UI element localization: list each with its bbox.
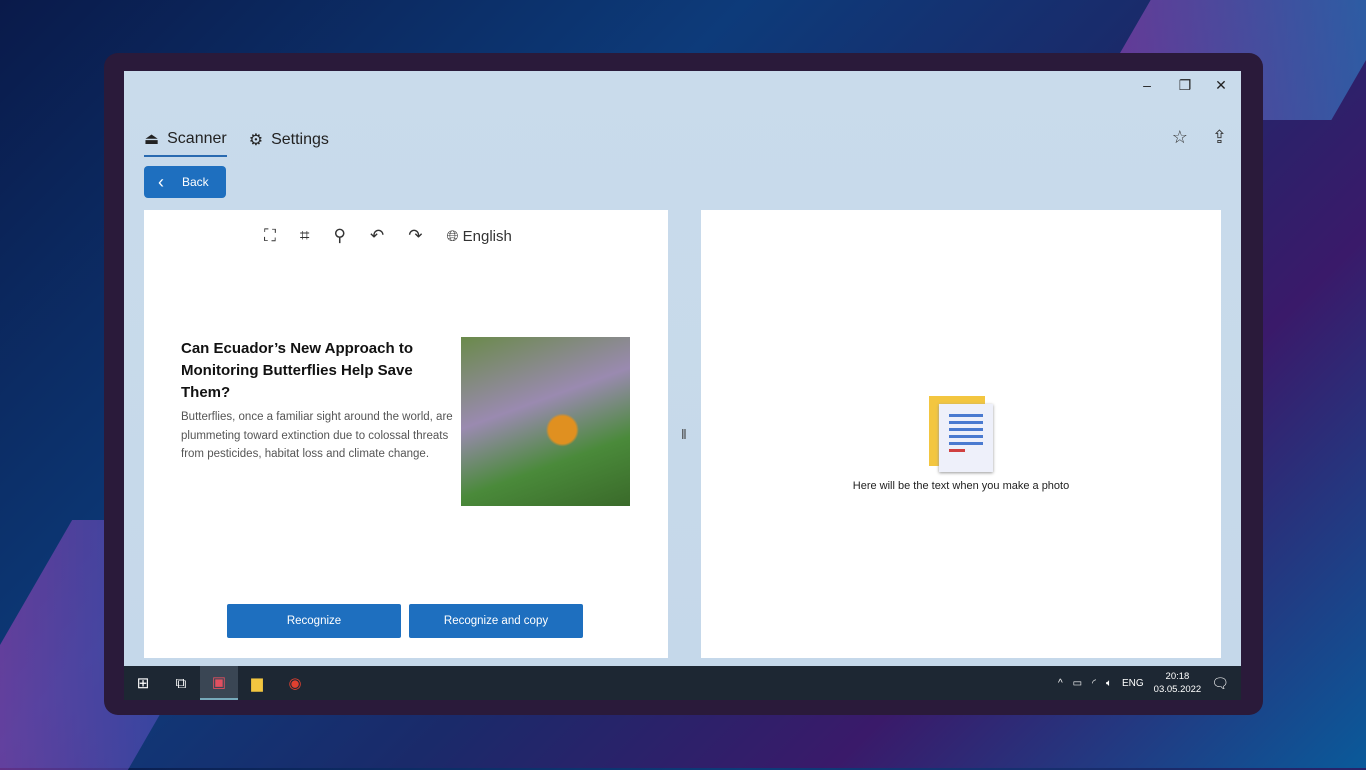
chevron-up-icon[interactable]: ^ bbox=[1058, 678, 1063, 689]
select-area-icon[interactable]: ⛶ bbox=[264, 226, 276, 246]
volume-icon[interactable]: 🔈︎ bbox=[1106, 678, 1112, 689]
crop-icon[interactable]: ⌗ bbox=[300, 226, 310, 246]
maximize-button[interactable]: ❐ bbox=[1167, 77, 1203, 94]
tab-label: Scanner bbox=[167, 130, 227, 147]
back-button[interactable]: ‹ Back bbox=[144, 166, 226, 198]
gear-icon: ⚙ bbox=[248, 132, 264, 149]
recognize-button[interactable]: Recognize bbox=[227, 604, 401, 638]
empty-result-text: Here will be the text when you make a ph… bbox=[852, 480, 1070, 492]
app-window: – ❐ ✕ ⏏ Scanner ⚙ Settings ☆ ⇪ ‹ Back ⛶ ⌗ ⚲ … bbox=[124, 71, 1241, 666]
butterfly-photo bbox=[461, 337, 630, 506]
splitter-handle[interactable]: ‖ bbox=[681, 426, 687, 442]
image-pane: ⛶ ⌗ ⚲ ↶ ↷ 🌐︎ English Can Ecuador’s New A… bbox=[144, 210, 668, 658]
notifications-icon[interactable]: 🗨︎ bbox=[1211, 675, 1229, 692]
document-icon bbox=[929, 396, 993, 472]
clock[interactable]: 20:18 03.05.2022 bbox=[1154, 670, 1202, 696]
start-button[interactable]: ⊞ bbox=[124, 666, 162, 700]
close-button[interactable]: ✕ bbox=[1203, 77, 1239, 94]
article-body: Butterflies, once a familiar sight aroun… bbox=[181, 411, 453, 460]
tab-label: Settings bbox=[271, 131, 329, 148]
share-icon[interactable]: ⇪ bbox=[1212, 127, 1227, 148]
result-pane: Here will be the text when you make a ph… bbox=[701, 210, 1221, 658]
search-icon[interactable]: ⚲ bbox=[333, 226, 345, 246]
language-selector[interactable]: 🌐︎ English bbox=[446, 228, 511, 245]
tab-settings[interactable]: ⚙ Settings bbox=[249, 129, 329, 157]
favorite-star-icon[interactable]: ☆ bbox=[1172, 127, 1188, 148]
scanner-app-taskbar-icon[interactable]: ▣ bbox=[200, 666, 238, 700]
minimize-button[interactable]: – bbox=[1129, 77, 1165, 93]
time: 20:18 bbox=[1165, 671, 1190, 682]
wifi-icon[interactable]: ◜ bbox=[1092, 678, 1096, 689]
battery-icon[interactable]: ▭ bbox=[1073, 678, 1082, 689]
redo-icon[interactable]: ↷ bbox=[408, 226, 422, 246]
taskbar: ⊞ ⧉ ▣ ▆ ◉ ^ ▭ ◜ 🔈︎ ENG 20:18 03.05.2022 🗨… bbox=[124, 666, 1241, 700]
file-explorer-taskbar-icon[interactable]: ▆ bbox=[238, 666, 276, 700]
article-title: Can Ecuador’s New Approach to Monitoring… bbox=[181, 340, 413, 401]
scanner-icon: ⏏ bbox=[144, 131, 160, 148]
language-label: English bbox=[462, 227, 512, 245]
date: 03.05.2022 bbox=[1153, 684, 1202, 695]
task-view-button[interactable]: ⧉ bbox=[162, 666, 200, 700]
globe-icon: 🌐︎ bbox=[446, 227, 459, 245]
chrome-taskbar-icon[interactable]: ◉ bbox=[276, 666, 314, 700]
back-label: Back bbox=[182, 175, 209, 189]
undo-icon[interactable]: ↶ bbox=[370, 226, 384, 246]
recognize-and-copy-button[interactable]: Recognize and copy bbox=[409, 604, 583, 638]
chevron-left-icon: ‹ bbox=[158, 171, 164, 192]
input-language[interactable]: ENG bbox=[1122, 678, 1144, 689]
tab-scanner[interactable]: ⏏ Scanner bbox=[144, 129, 227, 157]
